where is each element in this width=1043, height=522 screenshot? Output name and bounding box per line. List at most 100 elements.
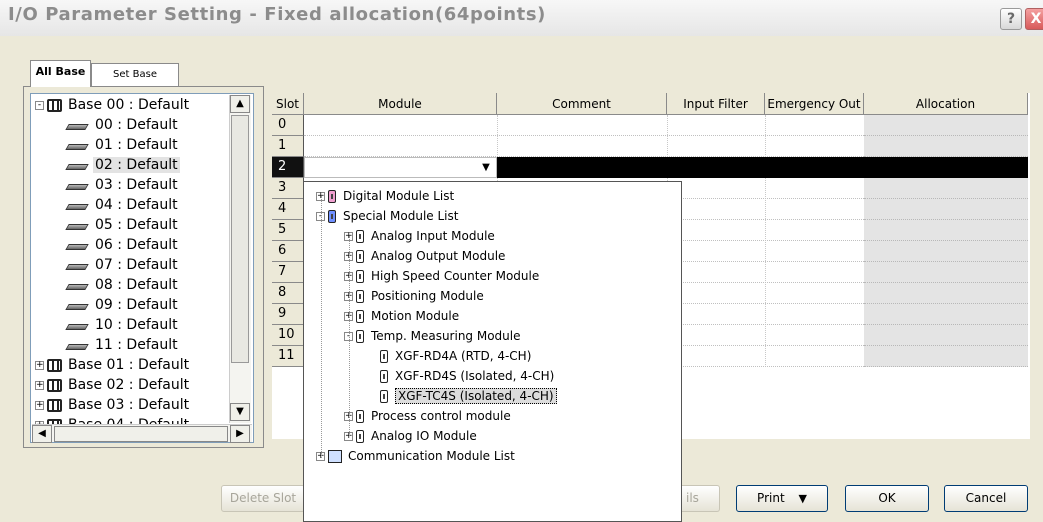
dropdown-item-label: XGF-RD4A (RTD, 4-CH) xyxy=(395,349,532,363)
tree-node-label: 02 : Default xyxy=(93,157,180,173)
dropdown-item[interactable]: - Temp. Measuring Module xyxy=(344,326,521,346)
collapse-icon[interactable]: - xyxy=(35,100,44,110)
expand-icon[interactable]: + xyxy=(35,380,44,390)
tree-horizontal-scrollbar[interactable]: ◀ ▶ xyxy=(32,424,252,443)
dropdown-item[interactable]: + Positioning Module xyxy=(344,286,484,306)
dropdown-item-label: Communication Module List xyxy=(348,449,515,463)
tab-all-base[interactable]: All Base xyxy=(30,60,91,87)
slot-module-icon xyxy=(65,164,89,170)
slot-number-cell[interactable]: 9 xyxy=(272,304,304,325)
slot-number-cell[interactable]: 1 xyxy=(272,136,304,157)
allocation-cell xyxy=(864,178,1028,199)
tree-slot-node[interactable]: 01 : Default xyxy=(65,135,180,155)
dropdown-item-label: Temp. Measuring Module xyxy=(371,329,521,343)
help-button[interactable]: ? xyxy=(1000,8,1022,30)
slot-module-icon xyxy=(65,124,89,130)
slot-number-cell[interactable]: 3 xyxy=(272,178,304,199)
tree-node-label: Base 02 : Default xyxy=(68,377,190,393)
allocation-cell xyxy=(864,241,1028,262)
tree-slot-node[interactable]: 02 : Default xyxy=(65,155,180,175)
tree-slot-node[interactable]: 00 : Default xyxy=(65,115,180,135)
tree-node-label: Base 03 : Default xyxy=(68,397,190,413)
close-button[interactable]: X xyxy=(1025,8,1043,30)
module-icon xyxy=(356,330,364,343)
ok-button[interactable]: OK xyxy=(845,485,929,512)
slot-number-cell[interactable]: 6 xyxy=(272,241,304,262)
dropdown-item[interactable]: - Special Module List xyxy=(316,206,458,226)
dropdown-item[interactable]: + Communication Module List xyxy=(316,446,515,466)
details-label: ils xyxy=(686,491,699,505)
dropdown-item-label: Analog Input Module xyxy=(371,229,495,243)
dropdown-item[interactable]: + Motion Module xyxy=(344,306,459,326)
tree-node-label: Base 01 : Default xyxy=(68,357,190,373)
scroll-left-button[interactable]: ◀ xyxy=(32,425,52,443)
base-tree[interactable]: - Base 00 : Default 00 : Default 01 : Defau… xyxy=(30,93,254,443)
dropdown-item-label: Process control module xyxy=(371,409,511,423)
tree-base-node[interactable]: + Base 01 : Default xyxy=(35,355,191,375)
slot-module-icon xyxy=(65,284,89,290)
cancel-button[interactable]: Cancel xyxy=(944,485,1028,512)
tree-base-node[interactable]: - Base 00 : Default xyxy=(35,95,191,115)
slot-number-cell[interactable]: 7 xyxy=(272,262,304,283)
tree-node-label: 10 : Default xyxy=(95,317,178,333)
expand-icon[interactable]: + xyxy=(35,400,44,410)
allocation-cell xyxy=(864,199,1028,220)
slot-number-cell[interactable]: 8 xyxy=(272,283,304,304)
tree-slot-node[interactable]: 06 : Default xyxy=(65,235,180,255)
tree-slot-node[interactable]: 03 : Default xyxy=(65,175,180,195)
module-icon xyxy=(356,270,364,283)
slot-module-icon xyxy=(65,264,89,270)
tab-set-base[interactable]: Set Base xyxy=(91,63,179,87)
tree-slot-node[interactable]: 09 : Default xyxy=(65,295,180,315)
module-icon xyxy=(328,190,336,203)
module-icon xyxy=(380,370,388,383)
tree-node-label: 00 : Default xyxy=(95,117,178,133)
scroll-right-button[interactable]: ▶ xyxy=(230,425,250,443)
dropdown-item[interactable]: + Analog IO Module xyxy=(344,426,477,446)
expand-icon[interactable]: + xyxy=(35,360,44,370)
dropdown-item[interactable]: XGF-RD4A (RTD, 4-CH) xyxy=(372,346,531,366)
slot-module-icon xyxy=(65,344,89,350)
dropdown-item[interactable]: + High Speed Counter Module xyxy=(344,266,539,286)
dropdown-item[interactable]: + Analog Output Module xyxy=(344,246,505,266)
allocation-cell xyxy=(864,136,1028,157)
tree-slot-node[interactable]: 07 : Default xyxy=(65,255,180,275)
column-slot: Slot xyxy=(272,93,304,115)
tree-base-node[interactable]: + Base 03 : Default xyxy=(35,395,191,415)
module-dropdown-tree[interactable]: + Digital Module List - Special Module List… xyxy=(303,181,682,522)
dropdown-item[interactable]: + Analog Input Module xyxy=(344,226,495,246)
scroll-up-button[interactable]: ▲ xyxy=(230,95,250,113)
slot-module-icon xyxy=(65,324,89,330)
slot-number-cell[interactable]: 5 xyxy=(272,220,304,241)
tree-slot-node[interactable]: 05 : Default xyxy=(65,215,180,235)
tree-node-label: 05 : Default xyxy=(95,217,178,233)
base-rack-icon xyxy=(47,358,62,372)
slot-number-cell[interactable]: 4 xyxy=(272,199,304,220)
tree-vertical-scrollbar[interactable]: ▲ ▼ xyxy=(229,95,251,423)
print-button[interactable]: Print ▼ xyxy=(736,485,828,512)
slot-number-cell[interactable]: 2 xyxy=(272,157,304,178)
tree-base-node[interactable]: + Base 02 : Default xyxy=(35,375,191,395)
scroll-thumb[interactable] xyxy=(231,115,249,363)
tree-node-label: Base 00 : Default xyxy=(68,97,190,113)
slot-number-cell[interactable]: 11 xyxy=(272,346,304,367)
tree-slot-node[interactable]: 04 : Default xyxy=(65,195,180,215)
scroll-down-button[interactable]: ▼ xyxy=(230,403,250,421)
slot-number-cell[interactable]: 10 xyxy=(272,325,304,346)
dropdown-item[interactable]: + Digital Module List xyxy=(316,186,454,206)
module-combo[interactable]: ▼ xyxy=(304,157,497,178)
chevron-down-icon: ▼ xyxy=(798,492,807,505)
dropdown-item-label: XGF-RD4S (Isolated, 4-CH) xyxy=(395,369,555,383)
dropdown-item[interactable]: XGF-RD4S (Isolated, 4-CH) xyxy=(372,366,554,386)
allocation-cell xyxy=(864,115,1028,136)
dropdown-item[interactable]: XGF-TC4S (Isolated, 4-CH) xyxy=(372,386,557,406)
chevron-down-icon[interactable]: ▼ xyxy=(477,159,495,176)
horizontal-scroll-thumb[interactable] xyxy=(54,426,228,442)
tree-slot-node[interactable]: 11 : Default xyxy=(65,335,180,355)
dropdown-item[interactable]: + Process control module xyxy=(344,406,511,426)
tree-slot-node[interactable]: 10 : Default xyxy=(65,315,180,335)
slot-number-cell[interactable]: 0 xyxy=(272,115,304,136)
tree-slot-node[interactable]: 08 : Default xyxy=(65,275,180,295)
dropdown-item-label: Digital Module List xyxy=(343,189,455,203)
delete-slot-button: Delete Slot xyxy=(221,485,305,512)
